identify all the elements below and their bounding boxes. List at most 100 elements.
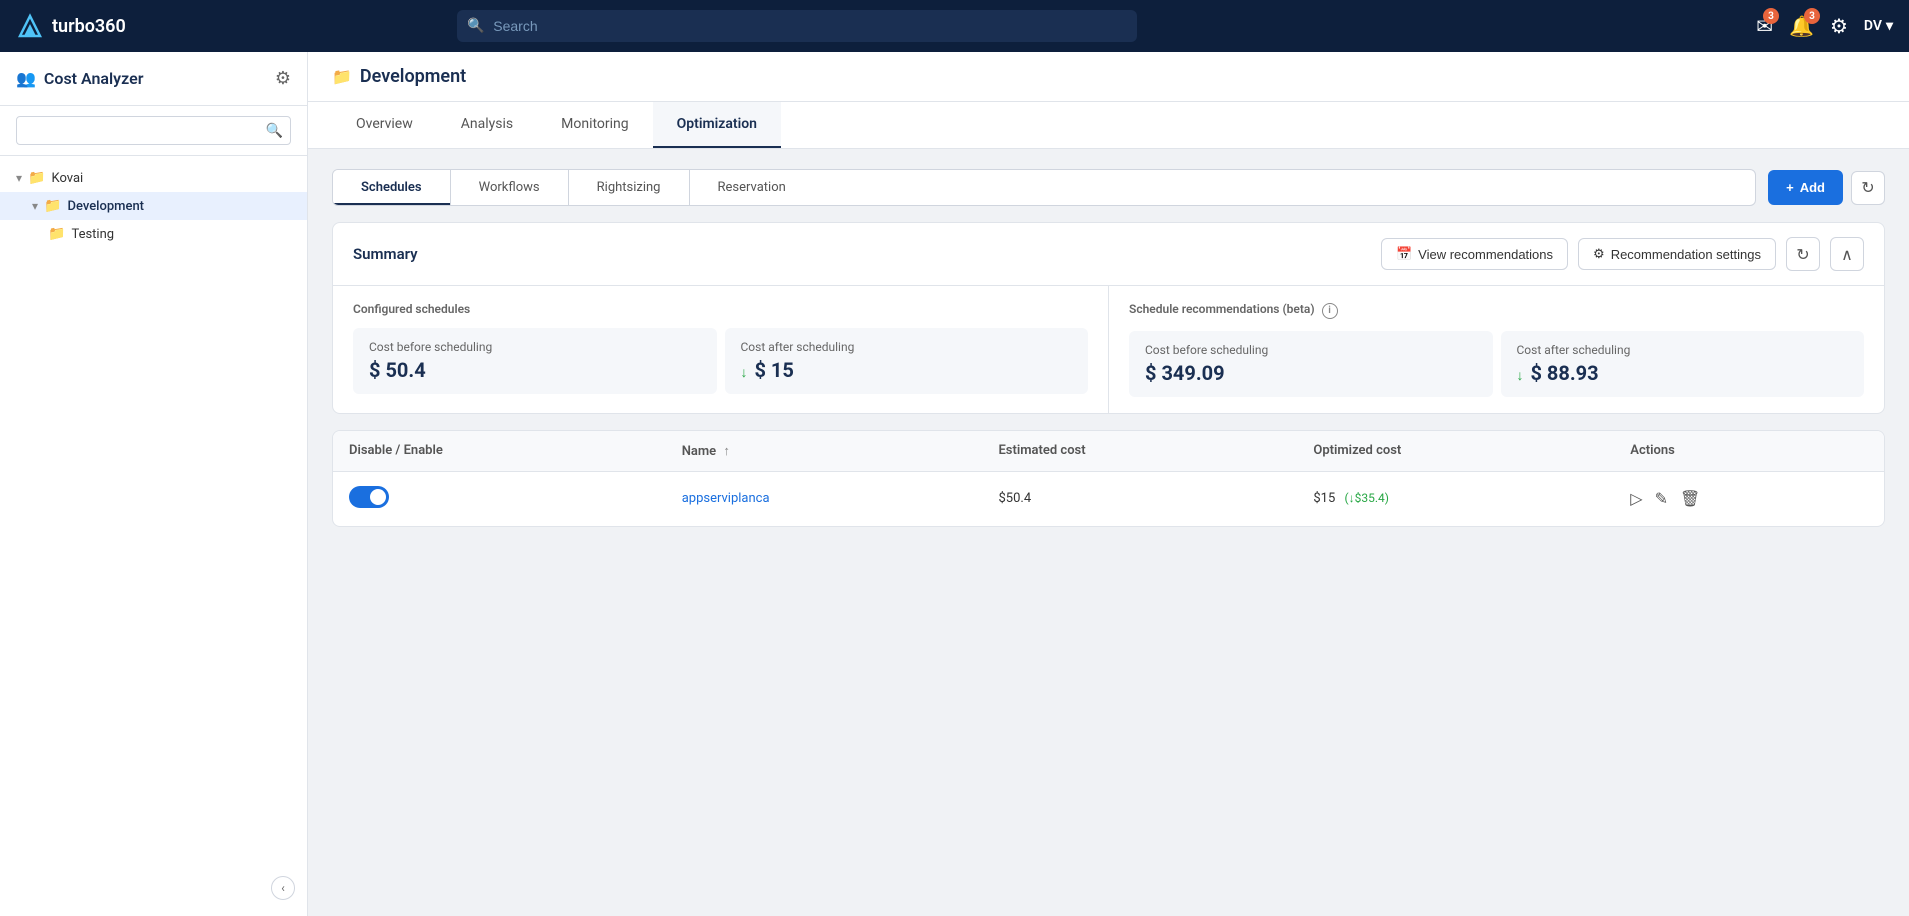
actions-cell: ▷ ✎ 🗑 xyxy=(1614,471,1884,526)
rec-cost-before-label: Cost before scheduling xyxy=(1145,343,1477,357)
sidebar-item-label: Development xyxy=(67,199,144,214)
rec-cost-after-metric: Cost after scheduling ↓ $ 88.93 xyxy=(1501,331,1865,397)
main-tabs: Overview Analysis Monitoring Optimizatio… xyxy=(308,102,1909,149)
subtab-workflows[interactable]: Workflows xyxy=(451,170,569,205)
sidebar-title: 👥 Cost Analyzer xyxy=(16,69,143,88)
col-estimated-cost: Estimated cost xyxy=(982,431,1297,472)
sidebar-header: 👥 Cost Analyzer ⚙ xyxy=(0,52,307,106)
refresh-button[interactable]: ↻ xyxy=(1851,171,1885,205)
view-recommendations-button[interactable]: 📅 View recommendations xyxy=(1381,238,1568,270)
sort-asc-icon: ↑ xyxy=(723,444,730,459)
page-folder-icon: 📁 xyxy=(332,67,352,86)
brand-logo[interactable]: turbo360 xyxy=(16,12,126,40)
settings-icon: ⚙ xyxy=(1593,246,1605,262)
alerts-button[interactable]: 🔔 3 xyxy=(1789,14,1814,38)
chevron-up-icon: ∧ xyxy=(1841,245,1853,264)
add-button[interactable]: + + Add Add xyxy=(1768,170,1843,205)
col-name[interactable]: Name ↑ xyxy=(666,431,983,472)
row-actions: ▷ ✎ 🗑 xyxy=(1630,489,1868,508)
cost-analyzer-icon: 👥 xyxy=(16,69,36,88)
summary-refresh-button[interactable]: ↻ xyxy=(1786,237,1820,271)
summary-card: Summary 📅 View recommendations ⚙ Recomme… xyxy=(332,222,1885,414)
schedule-name-link[interactable]: appserviplanca xyxy=(682,491,770,506)
recommendations-section: Schedule recommendations (beta) i Cost b… xyxy=(1108,286,1884,413)
messages-button[interactable]: ✉ 3 xyxy=(1756,14,1773,38)
page-title: Development xyxy=(360,66,466,87)
subtab-bar: Schedules Workflows Rightsizing Reservat… xyxy=(332,169,1885,206)
cost-after-value: ↓ $ 15 xyxy=(741,358,1073,382)
data-table-container: Disable / Enable Name ↑ Estimated cost O… xyxy=(332,430,1885,527)
alerts-badge: 3 xyxy=(1804,8,1820,24)
chevron-down-icon: ▾ xyxy=(1886,18,1893,34)
main-content: 📁 Development Overview Analysis Monitori… xyxy=(308,52,1909,916)
sidebar-item-development[interactable]: ▾ 📁 Development xyxy=(0,192,307,220)
optimized-cost-value: $15 xyxy=(1313,491,1335,506)
tab-analysis[interactable]: Analysis xyxy=(437,102,537,148)
schedules-table: Disable / Enable Name ↑ Estimated cost O… xyxy=(333,431,1884,526)
toggle-slider xyxy=(349,486,389,508)
calendar-icon: 📅 xyxy=(1396,246,1412,262)
tab-monitoring[interactable]: Monitoring xyxy=(537,102,653,148)
subtab-rightsizing[interactable]: Rightsizing xyxy=(569,170,690,205)
sidebar-search-container: 🔍 xyxy=(0,106,307,156)
optimized-cost-cell: $15 (↓$35.4) xyxy=(1297,471,1614,526)
toggle-cell xyxy=(333,471,666,526)
edit-icon[interactable]: ✎ xyxy=(1655,489,1668,508)
folder-icon: 📁 xyxy=(44,198,61,214)
tab-optimization[interactable]: Optimization xyxy=(653,102,781,148)
summary-body: Configured schedules Cost before schedul… xyxy=(333,286,1884,413)
subtab-group: Schedules Workflows Rightsizing Reservat… xyxy=(332,169,1756,206)
cost-after-label: Cost after scheduling xyxy=(741,340,1073,354)
sidebar-item-label: Testing xyxy=(71,227,114,242)
settings-button[interactable]: ⚙ xyxy=(1830,14,1848,38)
subtab-schedules[interactable]: Schedules xyxy=(333,170,451,205)
subtab-actions: + + Add Add ↻ xyxy=(1768,170,1885,205)
refresh-icon: ↻ xyxy=(1796,245,1809,264)
name-cell: appserviplanca xyxy=(666,471,983,526)
run-icon[interactable]: ▷ xyxy=(1630,489,1642,508)
sidebar-collapse-button[interactable]: ‹ xyxy=(271,876,295,900)
app-layout: 👥 Cost Analyzer ⚙ 🔍 ▾ 📁 Kovai ▾ 📁 Devel xyxy=(0,52,1909,916)
rec-cost-before-metric: Cost before scheduling $ 349.09 xyxy=(1129,331,1493,397)
summary-header-actions: 📅 View recommendations ⚙ Recommendation … xyxy=(1381,237,1864,271)
subtab-reservation[interactable]: Reservation xyxy=(690,170,814,205)
turbo360-logo-icon xyxy=(16,12,44,40)
search-input[interactable] xyxy=(457,10,1137,42)
enable-toggle[interactable] xyxy=(349,486,389,508)
sidebar-search-input[interactable] xyxy=(16,116,291,145)
delete-icon[interactable]: 🗑 xyxy=(1680,489,1700,508)
sidebar-item-testing[interactable]: 📁 Testing xyxy=(0,220,307,248)
nav-actions: ✉ 3 🔔 3 ⚙ DV ▾ xyxy=(1756,14,1893,38)
table-body: appserviplanca $50.4 $15 (↓$35.4) xyxy=(333,471,1884,526)
savings-badge: (↓$35.4) xyxy=(1345,491,1389,505)
info-icon[interactable]: i xyxy=(1322,303,1338,319)
user-menu[interactable]: DV ▾ xyxy=(1864,18,1893,34)
sidebar-search-icon: 🔍 xyxy=(266,123,283,139)
content-area: Schedules Workflows Rightsizing Reservat… xyxy=(308,149,1909,547)
plus-icon: + xyxy=(1786,180,1794,195)
recommendations-title: Schedule recommendations (beta) i xyxy=(1129,302,1864,319)
top-navigation: turbo360 🔍 ✉ 3 🔔 3 ⚙ DV ▾ xyxy=(0,0,1909,52)
cost-after-scheduling-metric: Cost after scheduling ↓ $ 15 xyxy=(725,328,1089,394)
cost-before-scheduling-metric: Cost before scheduling $ 50.4 xyxy=(353,328,717,394)
recommendation-settings-button[interactable]: ⚙ Recommendation settings xyxy=(1578,238,1776,270)
col-optimized-cost: Optimized cost xyxy=(1297,431,1614,472)
rec-cost-after-label: Cost after scheduling xyxy=(1517,343,1849,357)
configured-schedules-title: Configured schedules xyxy=(353,302,1088,316)
sidebar-settings-button[interactable]: ⚙ xyxy=(275,68,291,89)
estimated-cost-cell: $50.4 xyxy=(982,471,1297,526)
messages-badge: 3 xyxy=(1763,8,1779,24)
folder-icon: 📁 xyxy=(48,226,65,242)
sidebar: 👥 Cost Analyzer ⚙ 🔍 ▾ 📁 Kovai ▾ 📁 Devel xyxy=(0,52,308,916)
search-container: 🔍 xyxy=(457,10,1137,42)
col-actions: Actions xyxy=(1614,431,1884,472)
folder-icon: 📁 xyxy=(28,170,45,186)
table-header: Disable / Enable Name ↑ Estimated cost O… xyxy=(333,431,1884,472)
recommendations-metrics: Cost before scheduling $ 349.09 Cost aft… xyxy=(1129,331,1864,397)
search-icon: 🔍 xyxy=(467,18,484,34)
summary-collapse-button[interactable]: ∧ xyxy=(1830,237,1864,271)
chevron-left-icon: ‹ xyxy=(281,881,285,895)
tab-overview[interactable]: Overview xyxy=(332,102,437,148)
rec-cost-before-value: $ 349.09 xyxy=(1145,361,1477,385)
sidebar-item-kovai[interactable]: ▾ 📁 Kovai xyxy=(0,164,307,192)
